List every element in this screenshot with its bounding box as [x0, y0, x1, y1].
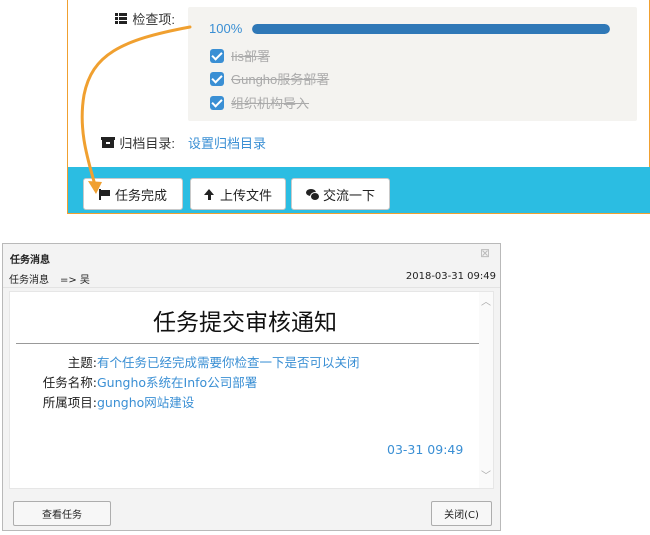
divider	[16, 343, 479, 344]
checkbox-checked[interactable]	[210, 48, 224, 63]
progress-percent: 100%	[209, 21, 243, 36]
progress-bar	[252, 24, 610, 34]
message-time: 2018-03-31 09:49	[405, 271, 496, 282]
check-items-label: 检查项:	[132, 12, 175, 27]
discuss-button[interactable]: 交流一下	[291, 178, 390, 210]
close-button[interactable]: 关闭(C)	[431, 501, 492, 526]
task-complete-label: 任务完成	[114, 187, 167, 203]
upload-file-button[interactable]: 上传文件	[190, 178, 286, 210]
action-bar: 任务完成 上传文件 交流一下	[68, 167, 650, 213]
message-body: 任务提交审核通知 主题: 有个任务已经完成需要你检查一下是否可以关闭 任务名称:…	[9, 291, 494, 489]
field-key: 主题:	[67, 355, 97, 370]
check-items-box: 100% Iis部署 Gungho服务部署 组织机构导入	[188, 7, 637, 121]
chevron-down-icon[interactable]: ﹀	[481, 472, 491, 482]
check-item-gungho-service[interactable]: Gungho服务部署	[210, 69, 329, 88]
archive-label-row: 归档目录:	[101, 133, 175, 152]
field-value[interactable]: 有个任务已经完成需要你检查一下是否可以关闭	[97, 352, 360, 371]
flag-icon	[98, 188, 110, 200]
archive-icon	[101, 137, 116, 148]
archive-label: 归档目录:	[119, 136, 175, 151]
chat-icon	[305, 189, 320, 201]
close-icon[interactable]: ⊠	[480, 246, 490, 260]
field-project: 所属项目: gungho网站建设	[14, 392, 195, 411]
task-panel: 检查项: 100% Iis部署 Gungho服务部署 组织机构导入 归档目录: …	[67, 0, 650, 214]
dialog-title: 任务消息	[10, 255, 50, 266]
message-from: 任务消息	[9, 275, 49, 286]
discuss-label: 交流一下	[322, 187, 375, 203]
task-complete-button[interactable]: 任务完成	[83, 178, 183, 210]
set-archive-dir-link[interactable]: 设置归档目录	[188, 133, 266, 152]
check-item-iis[interactable]: Iis部署	[210, 46, 270, 65]
notice-title: 任务提交审核通知	[153, 310, 337, 336]
field-subject: 主题: 有个任务已经完成需要你检查一下是否可以关闭	[14, 352, 360, 371]
field-task-name: 任务名称: Gungho系统在Info公司部署	[14, 372, 257, 391]
arrow-up-icon	[203, 188, 215, 200]
progress-fill	[252, 24, 610, 34]
notice-date: 03-31 09:49	[387, 442, 464, 457]
vertical-scrollbar[interactable]: ︿ ﹀	[479, 292, 493, 488]
field-key: 任务名称:	[42, 375, 97, 390]
checkbox-checked[interactable]	[210, 71, 224, 86]
check-item-label: Gungho服务部署	[231, 72, 330, 87]
checkbox-checked[interactable]	[210, 95, 224, 110]
chevron-up-icon[interactable]: ︿	[481, 298, 491, 308]
view-task-button[interactable]: 查看任务	[13, 501, 111, 526]
check-item-label: Iis部署	[231, 49, 271, 64]
list-icon	[115, 13, 128, 24]
check-item-org-import[interactable]: 组织机构导入	[210, 93, 309, 112]
field-key: 所属项目:	[42, 395, 97, 410]
task-message-dialog: 任务消息 ⊠ 任务消息 => 吴 2018-03-31 09:49 任务提交审核…	[2, 243, 501, 531]
check-item-label: 组织机构导入	[231, 96, 310, 111]
message-to: => 吴	[60, 275, 90, 286]
upload-file-label: 上传文件	[219, 187, 272, 203]
field-value[interactable]: Gungho系统在Info公司部署	[97, 372, 257, 391]
field-value[interactable]: gungho网站建设	[97, 392, 194, 411]
check-items-label-row: 检查项:	[115, 9, 175, 28]
message-header-bar: 任务消息 => 吴 2018-03-31 09:49	[3, 268, 500, 288]
